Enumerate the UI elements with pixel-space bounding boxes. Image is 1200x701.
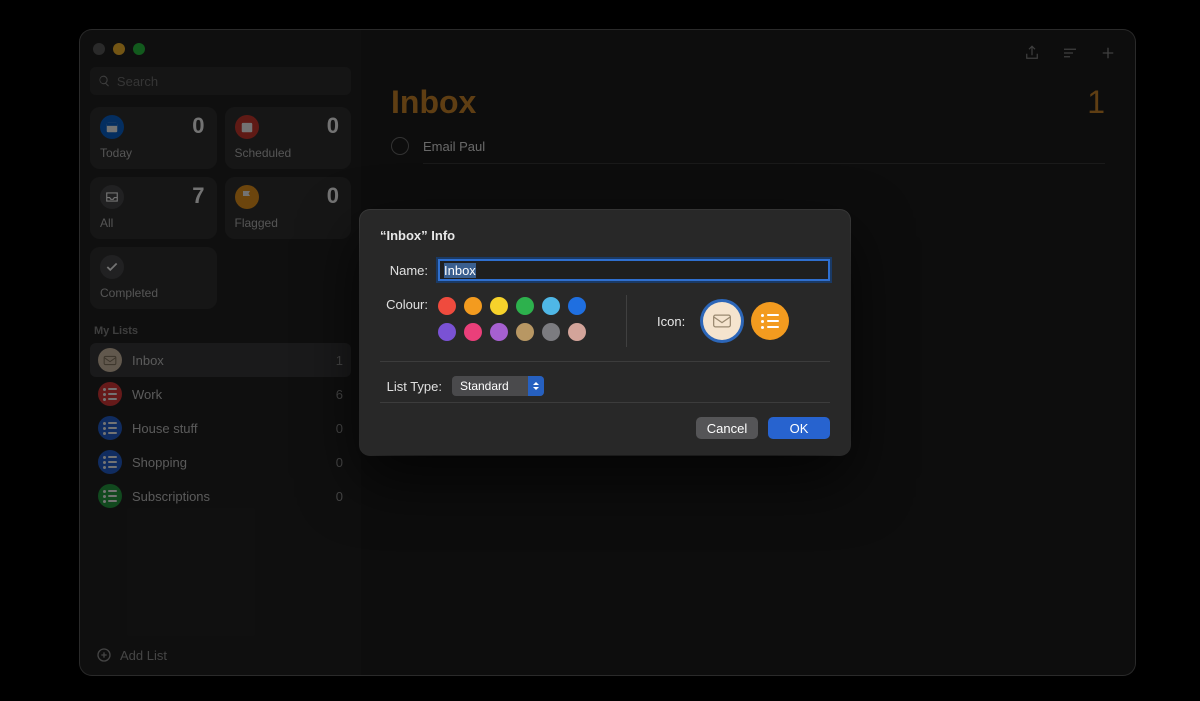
lists-container: Inbox1Work6House stuff0Shopping0Subscrip…	[90, 343, 351, 513]
list-type-label: List Type:	[380, 379, 452, 394]
colour-swatches	[438, 295, 586, 341]
envelope-icon	[98, 348, 122, 372]
today-count: 0	[192, 113, 204, 139]
colour-swatch[interactable]	[490, 297, 508, 315]
list-count: 6	[336, 387, 343, 402]
colour-swatch[interactable]	[516, 297, 534, 315]
flagged-label: Flagged	[235, 216, 342, 230]
smart-lists: 0 Today 0 Scheduled 7 All	[90, 107, 351, 309]
sidebar-list-item[interactable]: Subscriptions 0	[90, 479, 351, 513]
sidebar: 0 Today 0 Scheduled 7 All	[80, 30, 361, 675]
colour-label: Colour:	[380, 295, 438, 312]
flagged-card[interactable]: 0 Flagged	[225, 177, 352, 239]
plus-icon[interactable]	[1099, 44, 1117, 62]
add-list-label: Add List	[120, 648, 167, 663]
colour-swatch[interactable]	[490, 323, 508, 341]
list-type-select[interactable]: Standard	[452, 376, 544, 396]
colour-swatch[interactable]	[568, 323, 586, 341]
name-label: Name:	[380, 263, 438, 278]
bullets-icon	[98, 484, 122, 508]
colour-swatch[interactable]	[438, 323, 456, 341]
bullets-icon	[98, 382, 122, 406]
envelope-icon-option[interactable]	[703, 302, 741, 340]
sidebar-list-item[interactable]: Work 6	[90, 377, 351, 411]
ok-button[interactable]: OK	[768, 417, 830, 439]
bullets-icon-option[interactable]	[751, 302, 789, 340]
list-title: Inbox	[391, 84, 476, 121]
icon-label: Icon:	[657, 314, 685, 329]
search-icon	[98, 74, 111, 88]
envelope-icon	[712, 313, 732, 329]
list-type-value: Standard	[460, 379, 509, 393]
list-count: 1	[336, 353, 343, 368]
share-icon[interactable]	[1023, 44, 1041, 62]
toolbar	[361, 30, 1135, 76]
completed-card[interactable]: Completed	[90, 247, 217, 309]
calendar-today-icon	[100, 115, 124, 139]
complete-toggle[interactable]	[391, 137, 409, 155]
colour-swatch[interactable]	[568, 297, 586, 315]
search-input[interactable]	[117, 74, 343, 89]
all-card[interactable]: 7 All	[90, 177, 217, 239]
calendar-icon	[235, 115, 259, 139]
dialog-title: “Inbox” Info	[380, 228, 830, 243]
dialog-footer: Cancel OK	[380, 417, 830, 439]
checkmark-icon	[100, 255, 124, 279]
colour-swatch[interactable]	[464, 323, 482, 341]
bullets-icon	[761, 314, 779, 329]
today-card[interactable]: 0 Today	[90, 107, 217, 169]
colour-swatch[interactable]	[542, 297, 560, 315]
add-list-button[interactable]: Add List	[90, 637, 351, 675]
all-label: All	[100, 216, 207, 230]
colour-swatch[interactable]	[516, 323, 534, 341]
colour-swatch[interactable]	[542, 323, 560, 341]
scheduled-card[interactable]: 0 Scheduled	[225, 107, 352, 169]
tray-icon	[100, 185, 124, 209]
scheduled-label: Scheduled	[235, 146, 342, 160]
search-field[interactable]	[90, 67, 351, 95]
reminder-row[interactable]: Email Paul	[361, 131, 1135, 161]
divider	[380, 402, 830, 403]
sidebar-list-item[interactable]: Inbox 1	[90, 343, 351, 377]
close-window-button[interactable]	[93, 43, 105, 55]
name-input[interactable]	[438, 259, 830, 281]
bullets-icon	[98, 416, 122, 440]
flag-icon	[235, 185, 259, 209]
window-controls	[90, 40, 351, 67]
list-count: 0	[336, 489, 343, 504]
completed-label: Completed	[100, 286, 207, 300]
list-count: 0	[336, 455, 343, 470]
lines-icon[interactable]	[1061, 44, 1079, 62]
row-divider	[423, 163, 1105, 164]
today-label: Today	[100, 146, 207, 160]
list-count: 0	[336, 421, 343, 436]
plus-circle-icon	[96, 647, 112, 663]
divider	[380, 361, 830, 362]
list-name: Shopping	[132, 455, 326, 470]
chevron-updown-icon	[528, 376, 544, 396]
cancel-button[interactable]: Cancel	[696, 417, 758, 439]
list-name: Inbox	[132, 353, 326, 368]
list-total-count: 1	[1087, 84, 1105, 121]
bullets-icon	[98, 450, 122, 474]
colour-swatch[interactable]	[464, 297, 482, 315]
my-lists-header: My Lists	[94, 325, 347, 337]
minimize-window-button[interactable]	[113, 43, 125, 55]
reminder-title[interactable]: Email Paul	[423, 139, 1105, 154]
icon-section: Icon:	[626, 295, 799, 347]
maximize-window-button[interactable]	[133, 43, 145, 55]
list-name: House stuff	[132, 421, 326, 436]
scheduled-count: 0	[327, 113, 339, 139]
all-count: 7	[192, 183, 204, 209]
sidebar-list-item[interactable]: Shopping 0	[90, 445, 351, 479]
list-name: Work	[132, 387, 326, 402]
list-info-dialog: “Inbox” Info Name: Colour: Icon: List Ty…	[360, 210, 850, 455]
colour-swatch[interactable]	[438, 297, 456, 315]
list-name: Subscriptions	[132, 489, 326, 504]
sidebar-list-item[interactable]: House stuff 0	[90, 411, 351, 445]
flagged-count: 0	[327, 183, 339, 209]
list-header: Inbox 1	[361, 76, 1135, 131]
